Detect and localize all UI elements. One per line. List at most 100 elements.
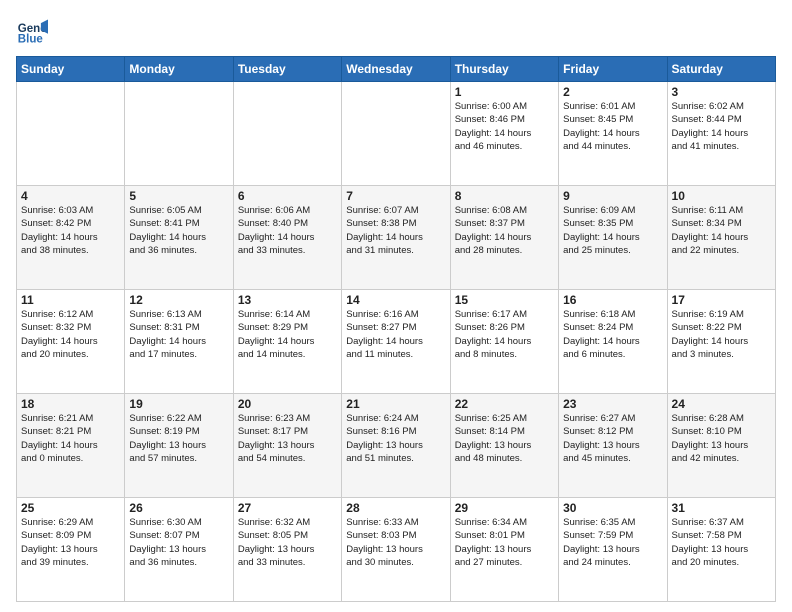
weekday-header-tuesday: Tuesday [233,57,341,82]
day-number: 5 [129,189,228,203]
calendar-cell: 24Sunrise: 6:28 AM Sunset: 8:10 PM Dayli… [667,394,775,498]
day-info: Sunrise: 6:23 AM Sunset: 8:17 PM Dayligh… [238,412,337,465]
calendar-cell [125,82,233,186]
calendar-cell: 4Sunrise: 6:03 AM Sunset: 8:42 PM Daylig… [17,186,125,290]
calendar-cell: 9Sunrise: 6:09 AM Sunset: 8:35 PM Daylig… [559,186,667,290]
day-info: Sunrise: 6:27 AM Sunset: 8:12 PM Dayligh… [563,412,662,465]
day-number: 3 [672,85,771,99]
calendar-cell: 16Sunrise: 6:18 AM Sunset: 8:24 PM Dayli… [559,290,667,394]
calendar-cell: 28Sunrise: 6:33 AM Sunset: 8:03 PM Dayli… [342,498,450,602]
calendar-week-2: 4Sunrise: 6:03 AM Sunset: 8:42 PM Daylig… [17,186,776,290]
day-info: Sunrise: 6:19 AM Sunset: 8:22 PM Dayligh… [672,308,771,361]
weekday-header-friday: Friday [559,57,667,82]
day-number: 1 [455,85,554,99]
weekday-header-monday: Monday [125,57,233,82]
day-number: 13 [238,293,337,307]
day-number: 27 [238,501,337,515]
calendar-cell: 23Sunrise: 6:27 AM Sunset: 8:12 PM Dayli… [559,394,667,498]
day-number: 8 [455,189,554,203]
calendar-cell: 7Sunrise: 6:07 AM Sunset: 8:38 PM Daylig… [342,186,450,290]
calendar-cell: 25Sunrise: 6:29 AM Sunset: 8:09 PM Dayli… [17,498,125,602]
weekday-header-wednesday: Wednesday [342,57,450,82]
calendar-header-row: SundayMondayTuesdayWednesdayThursdayFrid… [17,57,776,82]
calendar-cell: 21Sunrise: 6:24 AM Sunset: 8:16 PM Dayli… [342,394,450,498]
day-info: Sunrise: 6:02 AM Sunset: 8:44 PM Dayligh… [672,100,771,153]
calendar-cell: 31Sunrise: 6:37 AM Sunset: 7:58 PM Dayli… [667,498,775,602]
logo-icon: General Blue [16,16,48,48]
day-number: 30 [563,501,662,515]
day-info: Sunrise: 6:09 AM Sunset: 8:35 PM Dayligh… [563,204,662,257]
calendar-week-4: 18Sunrise: 6:21 AM Sunset: 8:21 PM Dayli… [17,394,776,498]
calendar-cell: 10Sunrise: 6:11 AM Sunset: 8:34 PM Dayli… [667,186,775,290]
day-info: Sunrise: 6:32 AM Sunset: 8:05 PM Dayligh… [238,516,337,569]
day-number: 2 [563,85,662,99]
day-number: 14 [346,293,445,307]
day-info: Sunrise: 6:29 AM Sunset: 8:09 PM Dayligh… [21,516,120,569]
day-info: Sunrise: 6:22 AM Sunset: 8:19 PM Dayligh… [129,412,228,465]
day-info: Sunrise: 6:24 AM Sunset: 8:16 PM Dayligh… [346,412,445,465]
weekday-header-saturday: Saturday [667,57,775,82]
day-info: Sunrise: 6:05 AM Sunset: 8:41 PM Dayligh… [129,204,228,257]
day-info: Sunrise: 6:07 AM Sunset: 8:38 PM Dayligh… [346,204,445,257]
calendar-cell: 30Sunrise: 6:35 AM Sunset: 7:59 PM Dayli… [559,498,667,602]
day-number: 24 [672,397,771,411]
calendar-cell: 1Sunrise: 6:00 AM Sunset: 8:46 PM Daylig… [450,82,558,186]
day-info: Sunrise: 6:18 AM Sunset: 8:24 PM Dayligh… [563,308,662,361]
calendar-cell: 15Sunrise: 6:17 AM Sunset: 8:26 PM Dayli… [450,290,558,394]
day-number: 20 [238,397,337,411]
calendar-cell: 20Sunrise: 6:23 AM Sunset: 8:17 PM Dayli… [233,394,341,498]
svg-text:Blue: Blue [18,34,44,46]
day-info: Sunrise: 6:00 AM Sunset: 8:46 PM Dayligh… [455,100,554,153]
calendar-week-1: 1Sunrise: 6:00 AM Sunset: 8:46 PM Daylig… [17,82,776,186]
day-info: Sunrise: 6:17 AM Sunset: 8:26 PM Dayligh… [455,308,554,361]
day-info: Sunrise: 6:13 AM Sunset: 8:31 PM Dayligh… [129,308,228,361]
calendar-cell: 11Sunrise: 6:12 AM Sunset: 8:32 PM Dayli… [17,290,125,394]
calendar-cell: 29Sunrise: 6:34 AM Sunset: 8:01 PM Dayli… [450,498,558,602]
day-number: 26 [129,501,228,515]
day-info: Sunrise: 6:14 AM Sunset: 8:29 PM Dayligh… [238,308,337,361]
day-number: 10 [672,189,771,203]
calendar-cell: 12Sunrise: 6:13 AM Sunset: 8:31 PM Dayli… [125,290,233,394]
calendar-cell: 13Sunrise: 6:14 AM Sunset: 8:29 PM Dayli… [233,290,341,394]
day-number: 18 [21,397,120,411]
calendar-cell: 18Sunrise: 6:21 AM Sunset: 8:21 PM Dayli… [17,394,125,498]
calendar-week-5: 25Sunrise: 6:29 AM Sunset: 8:09 PM Dayli… [17,498,776,602]
day-number: 23 [563,397,662,411]
day-number: 15 [455,293,554,307]
calendar-cell: 5Sunrise: 6:05 AM Sunset: 8:41 PM Daylig… [125,186,233,290]
page-header: General Blue [16,16,776,48]
day-number: 28 [346,501,445,515]
calendar-cell: 22Sunrise: 6:25 AM Sunset: 8:14 PM Dayli… [450,394,558,498]
day-info: Sunrise: 6:35 AM Sunset: 7:59 PM Dayligh… [563,516,662,569]
day-info: Sunrise: 6:11 AM Sunset: 8:34 PM Dayligh… [672,204,771,257]
calendar-cell [342,82,450,186]
weekday-header-sunday: Sunday [17,57,125,82]
day-number: 17 [672,293,771,307]
day-info: Sunrise: 6:25 AM Sunset: 8:14 PM Dayligh… [455,412,554,465]
day-number: 11 [21,293,120,307]
calendar-cell: 27Sunrise: 6:32 AM Sunset: 8:05 PM Dayli… [233,498,341,602]
day-info: Sunrise: 6:28 AM Sunset: 8:10 PM Dayligh… [672,412,771,465]
calendar-cell: 19Sunrise: 6:22 AM Sunset: 8:19 PM Dayli… [125,394,233,498]
calendar-cell: 3Sunrise: 6:02 AM Sunset: 8:44 PM Daylig… [667,82,775,186]
day-number: 9 [563,189,662,203]
day-info: Sunrise: 6:30 AM Sunset: 8:07 PM Dayligh… [129,516,228,569]
weekday-header-thursday: Thursday [450,57,558,82]
calendar-cell: 8Sunrise: 6:08 AM Sunset: 8:37 PM Daylig… [450,186,558,290]
calendar-cell: 2Sunrise: 6:01 AM Sunset: 8:45 PM Daylig… [559,82,667,186]
day-number: 12 [129,293,228,307]
day-number: 21 [346,397,445,411]
day-number: 7 [346,189,445,203]
logo: General Blue [16,16,48,48]
day-info: Sunrise: 6:08 AM Sunset: 8:37 PM Dayligh… [455,204,554,257]
day-number: 31 [672,501,771,515]
day-info: Sunrise: 6:37 AM Sunset: 7:58 PM Dayligh… [672,516,771,569]
day-number: 19 [129,397,228,411]
day-info: Sunrise: 6:33 AM Sunset: 8:03 PM Dayligh… [346,516,445,569]
day-info: Sunrise: 6:16 AM Sunset: 8:27 PM Dayligh… [346,308,445,361]
day-number: 22 [455,397,554,411]
day-number: 29 [455,501,554,515]
day-number: 4 [21,189,120,203]
day-number: 16 [563,293,662,307]
day-info: Sunrise: 6:34 AM Sunset: 8:01 PM Dayligh… [455,516,554,569]
